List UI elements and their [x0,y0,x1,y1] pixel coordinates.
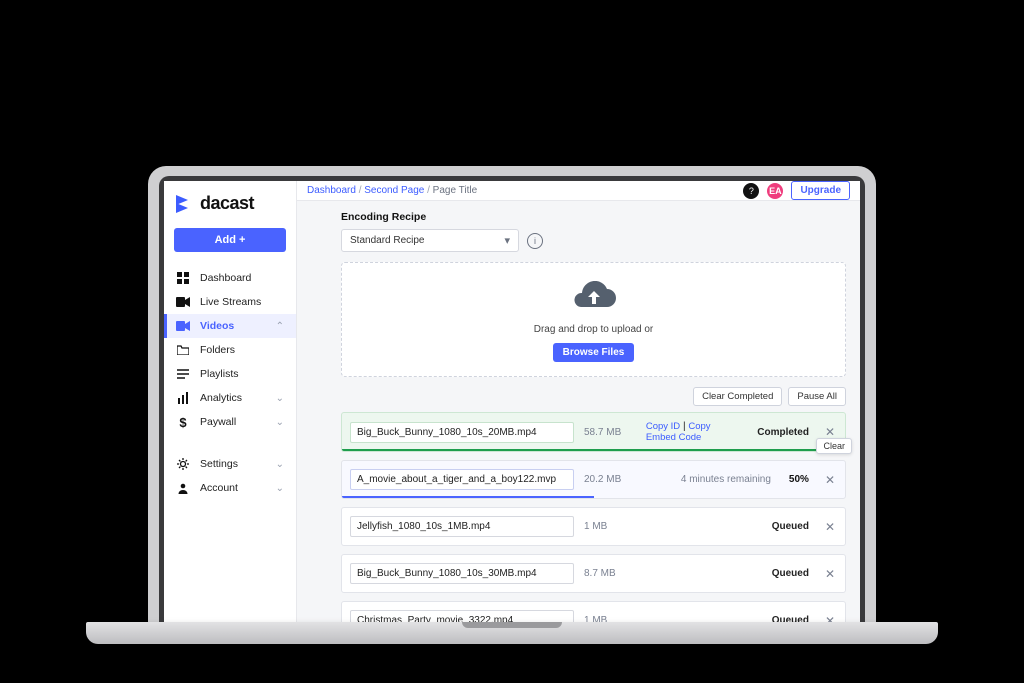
upload-dropzone[interactable]: Drag and drop to upload or Browse Files [341,262,846,377]
clear-tooltip: Clear [816,438,852,454]
sidebar: dacast Add + Dashboard [164,181,297,626]
playlist-icon [176,368,190,380]
upload-row: A_movie_about_a_tiger_and_a_boy122.mvp 2… [341,460,846,499]
upload-status: Completed [757,427,809,438]
dacast-logo-icon [176,195,196,213]
laptop-base [86,622,938,644]
upload-list: Big_Buck_Bunny_1080_10s_20MB.mp4 58.7 MB… [341,412,846,626]
upload-row: Big_Buck_Bunny_1080_10s_20MB.mp4 58.7 MB… [341,412,846,452]
help-icon[interactable]: ? [743,183,759,199]
upload-size: 58.7 MB [584,427,626,438]
avatar[interactable]: EA [767,183,783,199]
sidebar-item-label: Analytics [200,392,266,404]
encoding-recipe-label: Encoding Recipe [341,211,846,223]
pause-all-button[interactable]: Pause All [788,387,846,406]
upload-row: Big_Buck_Bunny_1080_10s_30MB.mp4 8.7 MB … [341,554,846,593]
copy-id-link[interactable]: Copy ID [646,421,680,432]
camera-icon [176,320,190,332]
dropzone-text: Drag and drop to upload or [534,324,654,335]
close-icon[interactable]: ✕ [825,426,835,438]
laptop-bezel: dacast Add + Dashboard [148,166,876,626]
chevron-down-icon: ▾ [504,234,510,247]
gear-icon [176,458,190,470]
breadcrumb-second[interactable]: Second Page [364,185,424,196]
app-root: dacast Add + Dashboard [164,181,860,626]
info-icon[interactable]: i [527,233,543,249]
brand-logo: dacast [164,181,296,222]
chevron-down-icon: ⌄ [276,483,284,494]
sidebar-item-paywall[interactable]: $ Paywall ⌄ [164,410,296,434]
chevron-up-icon: ⌃ [276,321,284,332]
encoding-recipe-select[interactable]: Standard Recipe ▾ [341,229,519,252]
analytics-icon [176,392,190,404]
close-icon[interactable]: ✕ [825,568,835,580]
sidebar-item-label: Account [200,482,266,494]
sidebar-item-folders[interactable]: Folders [164,338,296,362]
main: Dashboard / Second Page / Page Title ? E… [297,181,860,626]
sidebar-item-label: Settings [200,458,266,470]
camera-icon [176,296,190,308]
sidebar-item-playlists[interactable]: Playlists [164,362,296,386]
folder-icon [176,344,190,356]
content: Encoding Recipe Standard Recipe ▾ i [297,201,860,626]
upgrade-button[interactable]: Upgrade [791,181,850,200]
sidebar-item-label: Playlists [200,368,284,380]
brand-name: dacast [200,193,254,214]
sidebar-item-label: Dashboard [200,272,284,284]
sidebar-item-settings[interactable]: Settings ⌄ [164,452,296,476]
upload-size: 1 MB [584,521,639,532]
upload-remaining: 4 minutes remaining [681,474,771,485]
sidebar-item-label: Paywall [200,416,266,428]
sidebar-item-account[interactable]: Account ⌄ [164,476,296,500]
upload-filename: Jellyfish_1080_10s_1MB.mp4 [350,516,574,537]
person-icon [176,482,190,494]
sidebar-item-dashboard[interactable]: Dashboard [164,266,296,290]
chevron-down-icon: ⌄ [276,393,284,404]
browse-files-button[interactable]: Browse Files [553,343,635,362]
breadcrumb: Dashboard / Second Page / Page Title [307,185,477,196]
close-icon[interactable]: ✕ [825,521,835,533]
breadcrumb-root[interactable]: Dashboard [307,185,356,196]
upload-filename: Big_Buck_Bunny_1080_10s_30MB.mp4 [350,563,574,584]
sidebar-item-live-streams[interactable]: Live Streams [164,290,296,314]
cloud-upload-icon [571,281,617,316]
close-icon[interactable]: ✕ [825,474,835,486]
sidebar-item-label: Videos [200,320,266,332]
chevron-down-icon: ⌄ [276,417,284,428]
clear-completed-button[interactable]: Clear Completed [693,387,782,406]
upload-status: Queued [772,568,809,579]
upload-row: Jellyfish_1080_10s_1MB.mp4 1 MB Queued ✕ [341,507,846,546]
nav-primary: Dashboard Live Streams Vid [164,262,296,438]
add-button[interactable]: Add + [174,228,286,252]
sidebar-item-label: Folders [200,344,284,356]
sidebar-item-label: Live Streams [200,296,284,308]
upload-status: Queued [772,521,809,532]
upload-size: 20.2 MB [584,474,639,485]
topbar: Dashboard / Second Page / Page Title ? E… [297,181,860,201]
upload-filename: Big_Buck_Bunny_1080_10s_20MB.mp4 [350,422,574,443]
breadcrumb-current: Page Title [433,185,477,196]
upload-progress: 50% [789,474,809,485]
encoding-recipe-value: Standard Recipe [350,235,425,246]
nav-secondary: Settings ⌄ Account ⌄ [164,448,296,504]
sidebar-item-analytics[interactable]: Analytics ⌄ [164,386,296,410]
upload-size: 8.7 MB [584,568,639,579]
dollar-icon: $ [176,416,190,428]
chevron-down-icon: ⌄ [276,459,284,470]
upload-filename: A_movie_about_a_tiger_and_a_boy122.mvp [350,469,574,490]
sidebar-item-videos[interactable]: Videos ⌃ [164,314,296,338]
dashboard-icon [176,272,190,284]
